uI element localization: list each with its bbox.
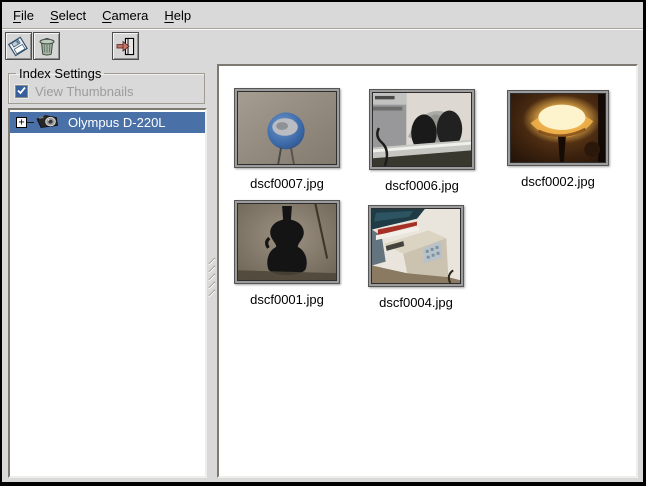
- thumbnail-filename: dscf0007.jpg: [234, 176, 340, 191]
- menu-camera[interactable]: Camera: [94, 4, 156, 27]
- exit-button[interactable]: [112, 32, 139, 60]
- menu-file-accel: F: [13, 8, 21, 23]
- menu-camera-rest: amera: [112, 8, 149, 23]
- thumbnail-item-dscf0004[interactable]: dscf0004.jpg: [368, 205, 464, 310]
- gtkam-window: File Select Camera Help: [0, 0, 646, 486]
- view-thumbnails-checkbox[interactable]: [15, 85, 28, 98]
- index-settings-title: Index Settings: [16, 66, 104, 81]
- thumbnail-panel: dscf0007.jpg: [217, 64, 638, 478]
- thumbnail-image-dscf0002[interactable]: [507, 90, 609, 166]
- tree-connector-line: [27, 122, 34, 123]
- thumbnail-item-dscf0002[interactable]: dscf0002.jpg: [507, 90, 609, 189]
- camera-icon: [35, 113, 60, 133]
- menu-camera-accel: C: [102, 8, 111, 23]
- checkmark-icon: [16, 84, 27, 99]
- menu-file[interactable]: File: [5, 4, 42, 27]
- tree-row-olympus[interactable]: + Olympus D-220L: [10, 112, 205, 133]
- menu-select-rest: elect: [59, 8, 86, 23]
- thumbnail-image-dscf0001[interactable]: [234, 200, 340, 284]
- menu-help[interactable]: Help: [156, 4, 199, 27]
- thumbnail-image-dscf0007[interactable]: [234, 88, 340, 168]
- menu-help-accel: H: [164, 8, 173, 23]
- trash-icon: [37, 36, 57, 57]
- view-thumbnails-label: View Thumbnails: [35, 84, 134, 99]
- camera-tree[interactable]: + Olympus D-220L: [8, 108, 207, 478]
- delete-button[interactable]: [33, 32, 60, 60]
- thumbnail-item-dscf0007[interactable]: dscf0007.jpg: [234, 88, 340, 191]
- thumbnail-item-dscf0001[interactable]: dscf0001.jpg: [234, 200, 340, 307]
- exit-door-icon: [115, 37, 136, 56]
- thumbnail-filename: dscf0002.jpg: [507, 174, 609, 189]
- save-button[interactable]: [5, 32, 32, 60]
- thumbnail-filename: dscf0004.jpg: [368, 295, 464, 310]
- view-thumbnails-row[interactable]: View Thumbnails: [15, 84, 204, 99]
- menu-select-accel: S: [50, 8, 59, 23]
- menu-file-rest: ile: [21, 8, 34, 23]
- thumbnail-filename: dscf0001.jpg: [234, 292, 340, 307]
- index-settings-frame: Index Settings View Thumbnails: [8, 66, 205, 104]
- menubar: File Select Camera Help: [2, 2, 643, 29]
- floppy-disk-icon: [8, 36, 29, 57]
- tree-item-label: Olympus D-220L: [68, 115, 166, 130]
- thumbnail-filename: dscf0006.jpg: [369, 178, 475, 193]
- pane-splitter-grip[interactable]: [208, 254, 216, 298]
- thumbnail-item-dscf0006[interactable]: dscf0006.jpg: [369, 89, 475, 193]
- thumbnail-image-dscf0006[interactable]: [369, 89, 475, 170]
- menu-help-rest: elp: [174, 8, 191, 23]
- thumbnail-image-dscf0004[interactable]: [368, 205, 464, 287]
- menu-select[interactable]: Select: [42, 4, 94, 27]
- tree-expander-icon[interactable]: +: [16, 117, 27, 128]
